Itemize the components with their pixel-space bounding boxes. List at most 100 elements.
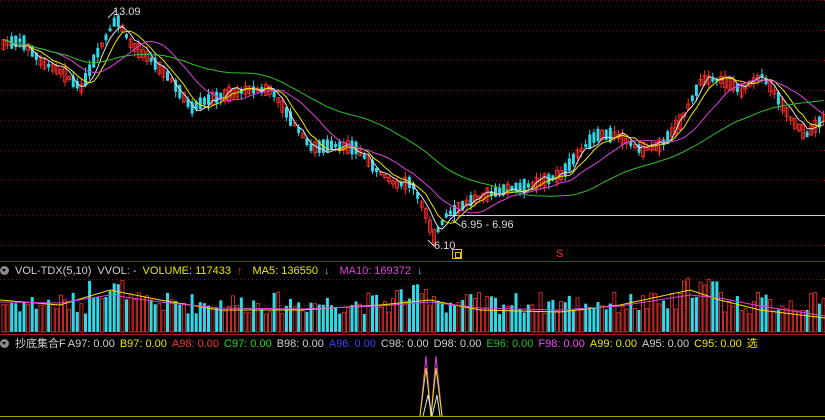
volume-bar [518, 309, 522, 332]
volume-bar [42, 303, 47, 333]
volume-bar [289, 299, 292, 332]
candle-body [22, 35, 26, 50]
indicator-value-item: C98: 0.00 [380, 338, 429, 350]
panel-menu-icon[interactable] [0, 266, 9, 275]
range-price-label: 6.95 - 6.96 [461, 219, 514, 231]
volume-bar [514, 293, 518, 332]
volume-bar [104, 296, 108, 332]
candle-body [104, 34, 108, 41]
candle-body [149, 57, 153, 62]
volume-bar [538, 292, 543, 333]
volume-bar [448, 302, 452, 332]
volume-bar [79, 303, 84, 333]
indicator-value-item: B98: 0.00 [276, 338, 324, 350]
volume-bar [219, 300, 223, 332]
candle-body [448, 210, 452, 215]
volume-bar [608, 303, 612, 332]
volume-bar [494, 297, 497, 332]
chart-canvas[interactable] [0, 0, 825, 420]
candle-body [494, 187, 497, 197]
volume-bar [432, 295, 436, 333]
volume-bar [645, 307, 650, 333]
volume-bar [334, 306, 338, 332]
volume-bar [579, 309, 584, 333]
volume-panel-header: VOL-TDX(5,10) VVOL: - VOLUME: 117433 ↑ MA5: … [0, 263, 429, 279]
grid-lines [0, 0, 825, 417]
indicator-value-item: C95: 0.00 [694, 338, 742, 350]
volume-bar [1, 303, 6, 333]
volume-bar [395, 290, 400, 333]
candle-body [198, 97, 202, 110]
volume-bar [14, 303, 18, 332]
volume-bar [84, 313, 87, 332]
volume-bar [263, 313, 268, 333]
volume-bar [120, 280, 125, 333]
trade-marker-box-icon[interactable] [452, 249, 462, 259]
volume-bar [776, 309, 780, 332]
indicator-value-item: A98: 0.00 [171, 338, 220, 350]
volume-bar [743, 308, 748, 333]
candle-body [88, 64, 92, 76]
panel-menu-icon[interactable] [0, 339, 9, 348]
candle-body [252, 86, 256, 94]
volume-bar [604, 309, 608, 332]
volume-bar [207, 305, 210, 332]
indicator-value-item: B97: 0.00 [119, 338, 167, 350]
volume-bar [669, 293, 674, 333]
volume-value: VOLUME: 117433 ↑ [142, 265, 243, 277]
volume-bar [100, 298, 104, 333]
volume-bar [481, 307, 486, 333]
volume-bar [575, 297, 580, 333]
volume-indicator-title[interactable]: VOL-TDX(5,10) [15, 265, 91, 277]
volume-bar [280, 313, 285, 333]
volume-bar [760, 297, 764, 332]
sell-signal-marker: S [556, 248, 564, 260]
volume-bar [67, 308, 71, 333]
volume-bar [54, 308, 59, 333]
candle-body [125, 34, 128, 38]
volume-bar [88, 280, 92, 332]
candle-body [690, 95, 694, 102]
volume-bar [588, 307, 592, 332]
volume-bar [751, 301, 756, 333]
volume-bar [309, 302, 313, 332]
volume-bar [764, 294, 768, 332]
candle-body [47, 63, 51, 68]
volume-bar [34, 308, 38, 332]
volume-bar [325, 297, 329, 332]
volume-bar [440, 303, 444, 332]
volume-bar [477, 292, 482, 333]
volume-bar [18, 311, 22, 332]
volume-bar [813, 292, 818, 333]
volume-bar [38, 304, 43, 333]
volume-bar [260, 309, 264, 332]
volume-bar [297, 302, 301, 332]
volume-bar [768, 299, 773, 333]
volume-bar [181, 302, 186, 333]
volume-bar [71, 292, 75, 332]
volume-bar [498, 313, 502, 332]
volume-bar [792, 309, 797, 333]
candle-body [711, 78, 715, 82]
volume-bar [145, 295, 149, 333]
volume-bar [715, 281, 719, 332]
indicator-title[interactable]: 抄底集合F [15, 338, 66, 350]
volume-bar [140, 296, 145, 333]
volume-bars [0, 277, 825, 333]
candle-body [272, 90, 276, 98]
volume-bar [423, 289, 428, 333]
candle-body [84, 72, 87, 86]
volume-bar [547, 301, 551, 332]
volume-bar [255, 302, 260, 333]
volume-bar [616, 312, 621, 333]
volume-bar [239, 297, 243, 332]
candle-body [444, 213, 448, 218]
candlestick-series [1, 9, 825, 248]
ma10-value: MA10: 169372 ↓ [339, 265, 423, 277]
moving-average-lines [3, 25, 824, 230]
candle-body [805, 131, 809, 138]
volume-bar [620, 305, 625, 333]
volume-bar [469, 294, 473, 332]
volume-bar [300, 310, 305, 333]
volume-bar [464, 294, 469, 333]
